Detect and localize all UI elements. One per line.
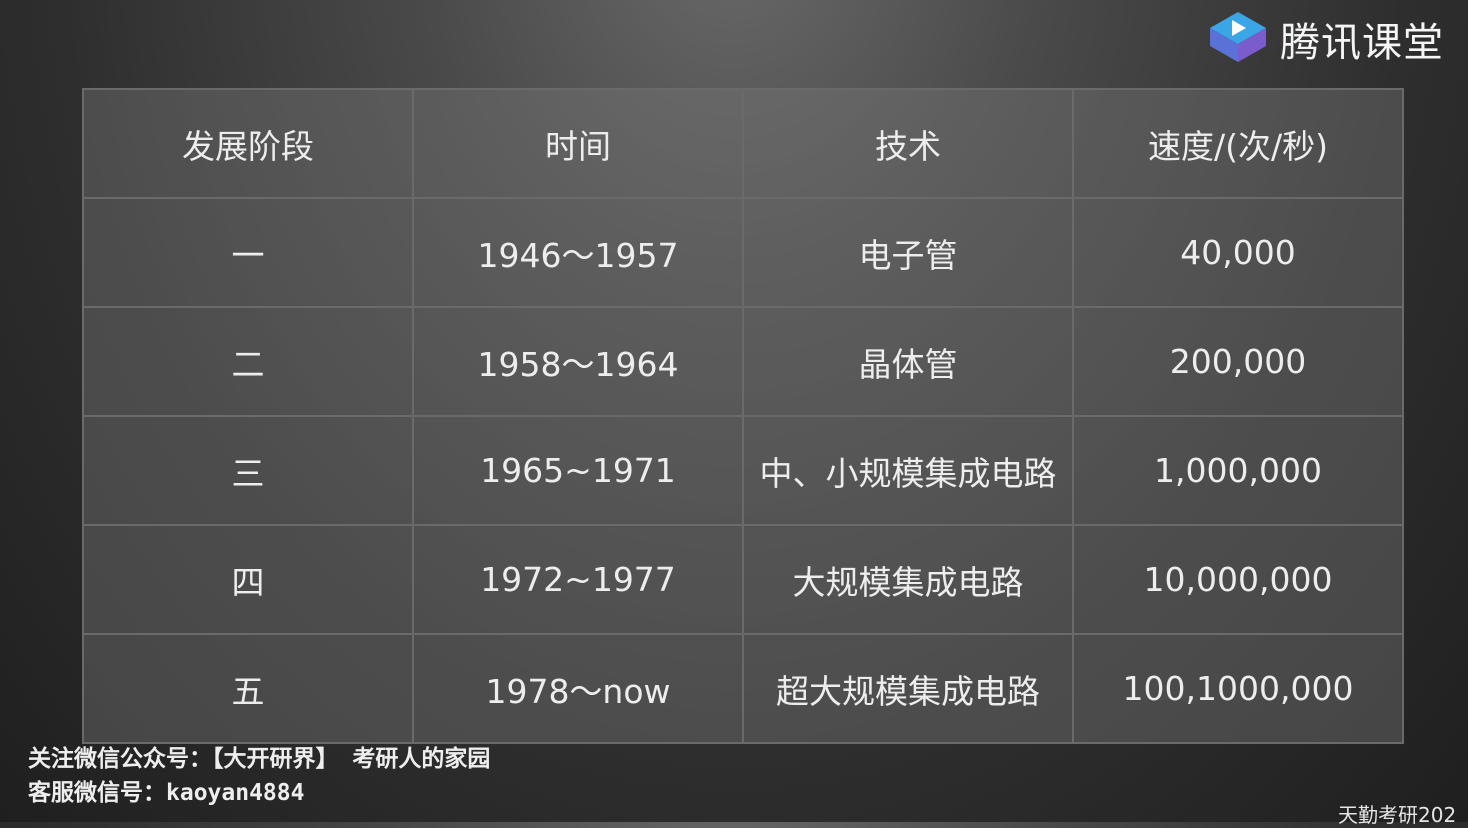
stage-cell: 四 — [82, 524, 414, 635]
header-stage: 发展阶段 — [82, 88, 414, 199]
time-cell: 1958～1964 — [412, 306, 744, 417]
play-cube-icon — [1210, 12, 1266, 62]
table-row: 一 1946～1957 电子管 40,000 — [82, 197, 1404, 308]
table-row: 五 1978～now 超大规模集成电路 100,1000,000 — [82, 633, 1404, 744]
header-technology: 技术 — [742, 88, 1074, 199]
stage-cell: 一 — [82, 197, 414, 308]
customer-service-wechat-text: 客服微信号：kaoyan4884 — [28, 780, 305, 806]
tech-cell: 电子管 — [742, 197, 1074, 308]
watermark-footer: 关注微信公众号：【大开研界】 考研人的家园 客服微信号：kaoyan4884 — [28, 742, 490, 810]
speed-cell: 1,000,000 — [1072, 415, 1404, 526]
speed-cell: 10,000,000 — [1072, 524, 1404, 635]
computer-generations-table: 发展阶段 时间 技术 速度/(次/秒) 一 1946～1957 电子管 40,0… — [82, 88, 1404, 744]
time-cell: 1946～1957 — [412, 197, 744, 308]
wechat-official-account-text: 关注微信公众号：【大开研界】 考研人的家园 — [28, 746, 491, 772]
stage-cell: 二 — [82, 306, 414, 417]
header-time: 时间 — [412, 88, 744, 199]
time-cell: 1978～now — [412, 633, 744, 744]
table-header-row: 发展阶段 时间 技术 速度/(次/秒) — [82, 88, 1404, 199]
speed-cell: 100,1000,000 — [1072, 633, 1404, 744]
table-row: 二 1958～1964 晶体管 200,000 — [82, 306, 1404, 417]
table-row: 三 1965~1971 中、小规模集成电路 1,000,000 — [82, 415, 1404, 526]
tech-cell: 中、小规模集成电路 — [742, 415, 1074, 526]
tencent-classroom-logo: 腾讯课堂 — [1206, 10, 1444, 68]
header-speed: 速度/(次/秒) — [1072, 88, 1404, 199]
corner-watermark: 天勤考研202 — [1338, 803, 1457, 827]
speed-cell: 200,000 — [1072, 306, 1404, 417]
tech-cell: 晶体管 — [742, 306, 1074, 417]
tech-cell: 超大规模集成电路 — [742, 633, 1074, 744]
brand-name: 腾讯课堂 — [1280, 20, 1444, 66]
tech-cell: 大规模集成电路 — [742, 524, 1074, 635]
stage-cell: 三 — [82, 415, 414, 526]
time-cell: 1972~1977 — [412, 524, 744, 635]
speed-cell: 40,000 — [1072, 197, 1404, 308]
time-cell: 1965~1971 — [412, 415, 744, 526]
stage-cell: 五 — [82, 633, 414, 744]
table-row: 四 1972~1977 大规模集成电路 10,000,000 — [82, 524, 1404, 635]
